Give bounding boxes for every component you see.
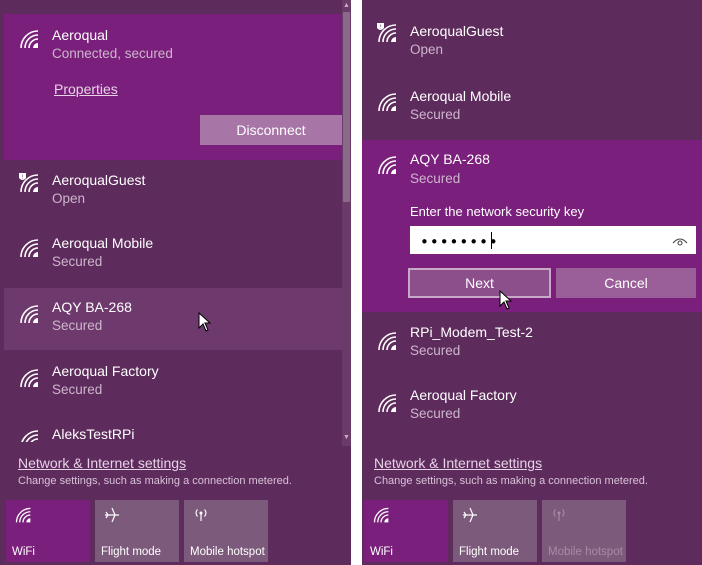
wifi-icon <box>18 237 40 259</box>
cancel-button[interactable]: Cancel <box>556 268 696 298</box>
wifi-tile-label: WiFi <box>12 546 35 558</box>
security-key-input[interactable]: •••••••• <box>410 226 696 254</box>
network-name: Aeroqual <box>52 27 109 43</box>
network-item[interactable]: Aeroqual Mobile Secured <box>4 225 342 283</box>
flight-mode-tile[interactable]: Flight mode <box>95 500 179 562</box>
mobile-hotspot-tile[interactable]: Mobile hotspot <box>542 500 626 562</box>
network-item[interactable]: Aeroqual Factory Secured <box>4 355 342 415</box>
network-name: AQY BA-268 <box>410 151 490 167</box>
wifi-tile[interactable]: WiFi <box>6 500 90 562</box>
network-name: Aeroqual Mobile <box>410 88 512 104</box>
flight-mode-tile-label: Flight mode <box>459 546 520 558</box>
network-name: AeroqualGuest <box>52 172 146 188</box>
wifi-icon <box>18 428 40 442</box>
network-settings-description: Change settings, such as making a connec… <box>374 475 648 487</box>
wifi-icon <box>376 330 398 352</box>
mouse-cursor-icon <box>198 312 212 332</box>
security-key-prompt: Enter the network security key <box>410 204 585 219</box>
network-name: RPi_Modem_Test-2 <box>410 324 533 340</box>
wifi-icon <box>18 367 40 389</box>
mobile-hotspot-tile-label: Mobile hotspot <box>190 546 265 558</box>
airplane-icon <box>461 506 479 524</box>
svg-text:!: ! <box>379 25 381 31</box>
network-name: AeroqualGuest <box>410 23 504 39</box>
wifi-icon <box>372 506 390 524</box>
hotspot-icon <box>192 506 210 524</box>
next-button[interactable]: Next <box>408 268 551 298</box>
network-status: Open <box>52 191 86 206</box>
scroll-up-icon[interactable]: ▲ <box>343 2 350 10</box>
network-flyout-left: Aeroqual Connected, secured Properties D… <box>0 0 351 565</box>
wifi-icon <box>14 506 32 524</box>
properties-link[interactable]: Properties <box>54 81 118 97</box>
wifi-icon <box>376 154 398 176</box>
wifi-icon <box>376 392 398 414</box>
network-settings-link[interactable]: Network & Internet settings <box>374 455 542 471</box>
reveal-password-icon[interactable] <box>672 234 688 246</box>
text-caret <box>491 232 492 249</box>
network-status: Secured <box>410 406 461 421</box>
network-name: AleksTestRPi <box>52 426 135 442</box>
network-item[interactable]: AleksTestRPi <box>4 420 342 448</box>
airplane-icon <box>103 506 121 524</box>
wifi-tile-label: WiFi <box>370 546 393 558</box>
wifi-shield-icon: ! <box>18 172 40 194</box>
network-status: Secured <box>52 318 103 333</box>
wifi-shield-icon: ! <box>376 22 398 44</box>
svg-text:!: ! <box>21 175 23 181</box>
wifi-icon <box>18 303 40 325</box>
scroll-down-icon[interactable]: ▼ <box>343 434 350 442</box>
network-status: Secured <box>52 254 103 269</box>
network-item[interactable]: ! AeroqualGuest Open <box>4 164 342 222</box>
network-item[interactable]: Aeroqual Factory Secured <box>362 378 700 438</box>
network-item[interactable]: RPi_Modem_Test-2 Secured <box>362 316 700 374</box>
disconnect-button[interactable]: Disconnect <box>200 115 342 145</box>
network-name: Aeroqual Factory <box>52 363 159 379</box>
network-item-hovered[interactable]: AQY BA-268 Secured <box>4 288 342 350</box>
network-status: Secured <box>410 171 461 186</box>
network-name: Aeroqual Factory <box>410 387 517 403</box>
network-item[interactable]: ! AeroqualGuest Open <box>362 14 700 72</box>
network-item[interactable]: Aeroqual Mobile Secured <box>362 78 700 138</box>
password-dots: •••••••• <box>420 233 499 251</box>
wifi-icon <box>376 91 398 113</box>
network-status: Open <box>410 42 444 57</box>
flight-mode-tile[interactable]: Flight mode <box>453 500 537 562</box>
network-status: Connected, secured <box>52 46 173 61</box>
network-name: Aeroqual Mobile <box>52 235 154 251</box>
mobile-hotspot-tile-label: Mobile hotspot <box>548 546 623 558</box>
mouse-cursor-icon <box>499 290 513 310</box>
network-item-aeroqual[interactable]: Aeroqual Connected, secured Properties D… <box>4 14 342 160</box>
wifi-tile[interactable]: WiFi <box>364 500 448 562</box>
hotspot-icon <box>550 506 568 524</box>
scrollbar-thumb[interactable] <box>343 12 350 202</box>
network-status: Secured <box>52 382 103 397</box>
wifi-icon <box>18 28 40 50</box>
network-settings-description: Change settings, such as making a connec… <box>18 475 292 487</box>
network-status: Secured <box>410 343 461 358</box>
network-status: Secured <box>410 107 461 122</box>
network-name: AQY BA-268 <box>52 299 132 315</box>
flight-mode-tile-label: Flight mode <box>101 546 162 558</box>
mobile-hotspot-tile[interactable]: Mobile hotspot <box>184 500 268 562</box>
network-settings-link[interactable]: Network & Internet settings <box>18 455 186 471</box>
